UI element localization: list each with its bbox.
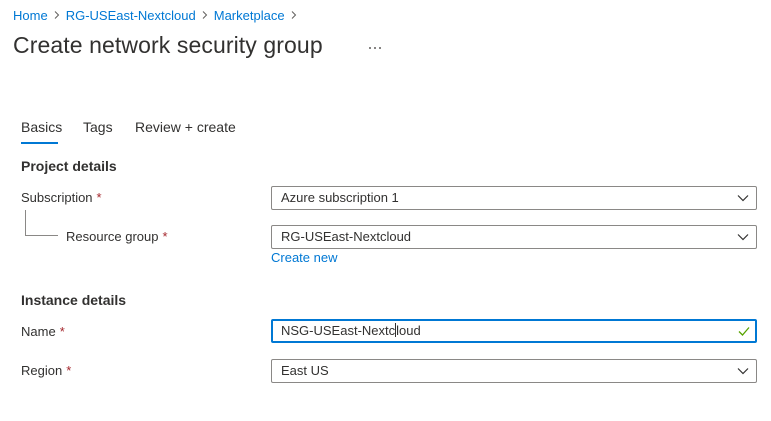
chevron-right-icon <box>196 11 214 19</box>
chevron-right-icon <box>285 11 303 19</box>
required-mark: * <box>162 229 168 244</box>
subscription-dropdown[interactable]: Azure subscription 1 <box>271 186 757 210</box>
region-label: Region * <box>21 363 71 378</box>
tree-connector-vertical <box>25 210 26 236</box>
breadcrumb-marketplace[interactable]: Marketplace <box>214 8 285 23</box>
chevron-right-icon <box>48 11 66 19</box>
create-new-link[interactable]: Create new <box>271 250 337 265</box>
section-instance-details: Instance details <box>21 292 127 308</box>
subscription-value: Azure subscription 1 <box>281 190 399 205</box>
tab-basics[interactable]: Basics <box>21 118 83 144</box>
section-project-details: Project details <box>21 158 117 174</box>
name-value-after-caret: loud <box>396 323 421 338</box>
resource-group-dropdown[interactable]: RG-USEast-Nextcloud <box>271 225 757 249</box>
chevron-down-icon <box>737 195 749 202</box>
tab-review-create[interactable]: Review + create <box>135 118 236 144</box>
subscription-label-text: Subscription <box>21 190 93 205</box>
ellipsis-icon <box>369 47 381 49</box>
name-value-before-caret: NSG-USEast-Nextc <box>281 323 396 338</box>
resource-group-label: Resource group * <box>66 229 168 244</box>
name-label: Name * <box>21 324 65 339</box>
tree-connector-horizontal <box>25 235 58 236</box>
checkmark-icon <box>738 327 750 336</box>
tab-tags[interactable]: Tags <box>83 118 135 144</box>
required-mark: * <box>96 190 102 205</box>
chevron-down-icon <box>737 234 749 241</box>
region-dropdown[interactable]: East US <box>271 359 757 383</box>
breadcrumb-home[interactable]: Home <box>13 8 48 23</box>
chevron-down-icon <box>737 368 749 375</box>
breadcrumb: Home RG-USEast-Nextcloud Marketplace <box>13 6 303 24</box>
name-label-text: Name <box>21 324 56 339</box>
required-mark: * <box>59 324 65 339</box>
required-mark: * <box>66 363 72 378</box>
name-value: NSG-USEast-Nextcloud <box>281 323 421 338</box>
subscription-label: Subscription * <box>21 190 102 205</box>
resource-group-label-text: Resource group <box>66 229 159 244</box>
more-options-button[interactable] <box>365 38 385 58</box>
breadcrumb-resource-group[interactable]: RG-USEast-Nextcloud <box>66 8 196 23</box>
page-title: Create network security group <box>13 32 323 58</box>
name-input[interactable]: NSG-USEast-Nextcloud <box>271 319 757 343</box>
tab-bar: Basics Tags Review + create <box>21 118 236 144</box>
resource-group-value: RG-USEast-Nextcloud <box>281 229 412 244</box>
region-value: East US <box>281 363 329 378</box>
region-label-text: Region <box>21 363 63 378</box>
